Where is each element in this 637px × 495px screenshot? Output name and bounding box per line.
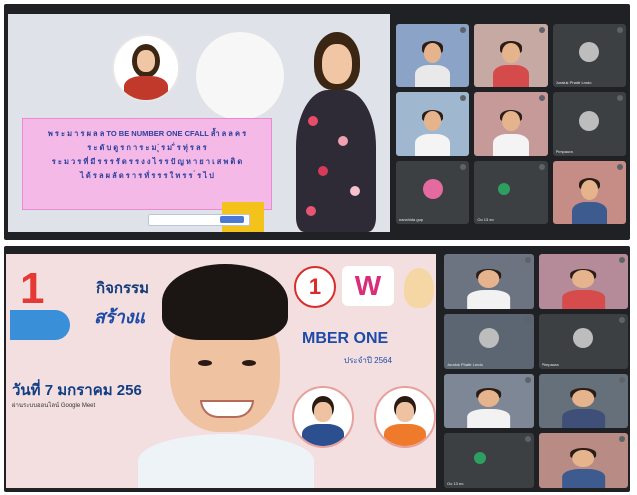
- participant-tile[interactable]: Juraluk Phattr Lmdo: [444, 313, 534, 369]
- slide-number-badge: 1: [20, 264, 45, 313]
- mic-icon: [619, 316, 625, 323]
- participant-tile[interactable]: [444, 254, 534, 309]
- decorative-shape: [10, 310, 70, 340]
- participant-tile[interactable]: [538, 373, 628, 429]
- avatar: [473, 451, 486, 464]
- participant-tile[interactable]: [396, 92, 470, 156]
- mic-icon: [524, 316, 531, 323]
- mic-icon: [524, 257, 531, 263]
- slide-title-line: MBER ONE: [302, 330, 389, 347]
- decorative-circle: [196, 32, 284, 120]
- avatar: [422, 179, 443, 200]
- participant-tile[interactable]: [538, 254, 628, 309]
- speaker-figure: [138, 264, 314, 488]
- mic-icon: [619, 257, 625, 263]
- slide-date: วันที่ 7 มกราคม 256: [12, 382, 142, 399]
- participant-tile[interactable]: [396, 24, 470, 88]
- participant-name: Oo 13 eo: [477, 216, 494, 222]
- participant-tile[interactable]: nanchida gup: [396, 160, 470, 224]
- speaker-video: 1 กิจกรรม สร้างแ MBER ONE ประจำปี 2564 ว…: [6, 254, 436, 488]
- speaker-photo: [112, 34, 180, 102]
- participant-tile[interactable]: [538, 433, 628, 488]
- slide-search-button: [220, 216, 244, 223]
- meeting-panel-bottom: 1 กิจกรรม สร้างแ MBER ONE ประจำปี 2564 ว…: [4, 246, 630, 492]
- mic-icon: [524, 436, 531, 443]
- banner-line: ร ะ ดั บ ดู ร ก า ร ะ ม ุ่ ร ม ั่ ร ทุ่ …: [87, 143, 207, 152]
- participant-tile[interactable]: [474, 92, 548, 156]
- slide-banner: พ ร ะ ม า ร ผ ล ล TO BE NUMBER ONE CFALL…: [22, 118, 272, 210]
- participant-tile[interactable]: Pimpaura: [552, 92, 626, 156]
- slide-footnote: ผ่านระบบออนไลน์ Google Meet: [12, 403, 96, 409]
- participant-tile[interactable]: Pimpaura: [538, 313, 628, 369]
- participant-tile[interactable]: [444, 373, 534, 429]
- mic-icon: [617, 95, 623, 102]
- banner-line: พ ร ะ ม า ร ผ ล ล TO BE NUMBER ONE CFALL…: [47, 129, 247, 138]
- mic-icon: [538, 163, 545, 170]
- participant-name: nanchida gup: [399, 216, 424, 222]
- avatar: [478, 328, 499, 349]
- avatar: [497, 183, 510, 196]
- mic-icon: [538, 95, 545, 102]
- avatar: [573, 328, 594, 349]
- mic-icon: [460, 95, 467, 102]
- mic-icon: [524, 376, 531, 383]
- participant-name: Pimpaura: [555, 148, 573, 154]
- slide-year: ประจำปี 2564: [344, 356, 392, 365]
- participant-name: Oo 13 eo: [447, 481, 464, 486]
- presentation-slide: พ ร ะ ม า ร ผ ล ล TO BE NUMBER ONE CFALL…: [8, 14, 390, 232]
- emblem-logo: [404, 268, 434, 308]
- banner-line: ไ ด้ ร ล ผ ลั ด ร า ร ทั่ ร ร ร ใ ท ร ร …: [80, 171, 214, 180]
- circle-photo: [374, 386, 436, 448]
- mic-icon: [617, 163, 623, 170]
- participant-grid: Juraluk Phattr Lmdo Pimpaura nanchida gu…: [396, 24, 626, 224]
- participant-name: Juraluk Phattr Lmdo: [555, 80, 592, 86]
- participant-tile[interactable]: Oo 13 eo: [474, 160, 548, 224]
- meeting-panel-top: พ ร ะ ม า ร ผ ล ล TO BE NUMBER ONE CFALL…: [4, 4, 630, 240]
- participant-tile[interactable]: [552, 160, 626, 224]
- mic-icon: [617, 27, 623, 33]
- participant-name: Juraluk Phattr Lmdo: [447, 361, 483, 367]
- participant-grid: Juraluk Phattr Lmdo Pimpaura Oo 13 eo: [444, 254, 628, 488]
- participant-tile[interactable]: [474, 24, 548, 88]
- banner-line: ร ะ ม ว ร ที่ มี ร ร ร รั ด ร ร ง ง ไ ร …: [51, 157, 243, 166]
- participant-tile[interactable]: Oo 13 eo: [444, 433, 534, 488]
- mic-icon: [619, 436, 625, 443]
- avatar: [579, 42, 600, 63]
- heart-logo: W: [342, 266, 394, 306]
- mic-icon: [619, 376, 625, 383]
- mic-icon: [460, 163, 467, 170]
- participant-tile[interactable]: Juraluk Phattr Lmdo: [552, 24, 626, 88]
- participant-name: Pimpaura: [541, 361, 559, 367]
- mic-icon: [538, 27, 545, 33]
- presenter-figure: [288, 26, 384, 232]
- mic-icon: [460, 27, 467, 33]
- avatar: [579, 110, 600, 131]
